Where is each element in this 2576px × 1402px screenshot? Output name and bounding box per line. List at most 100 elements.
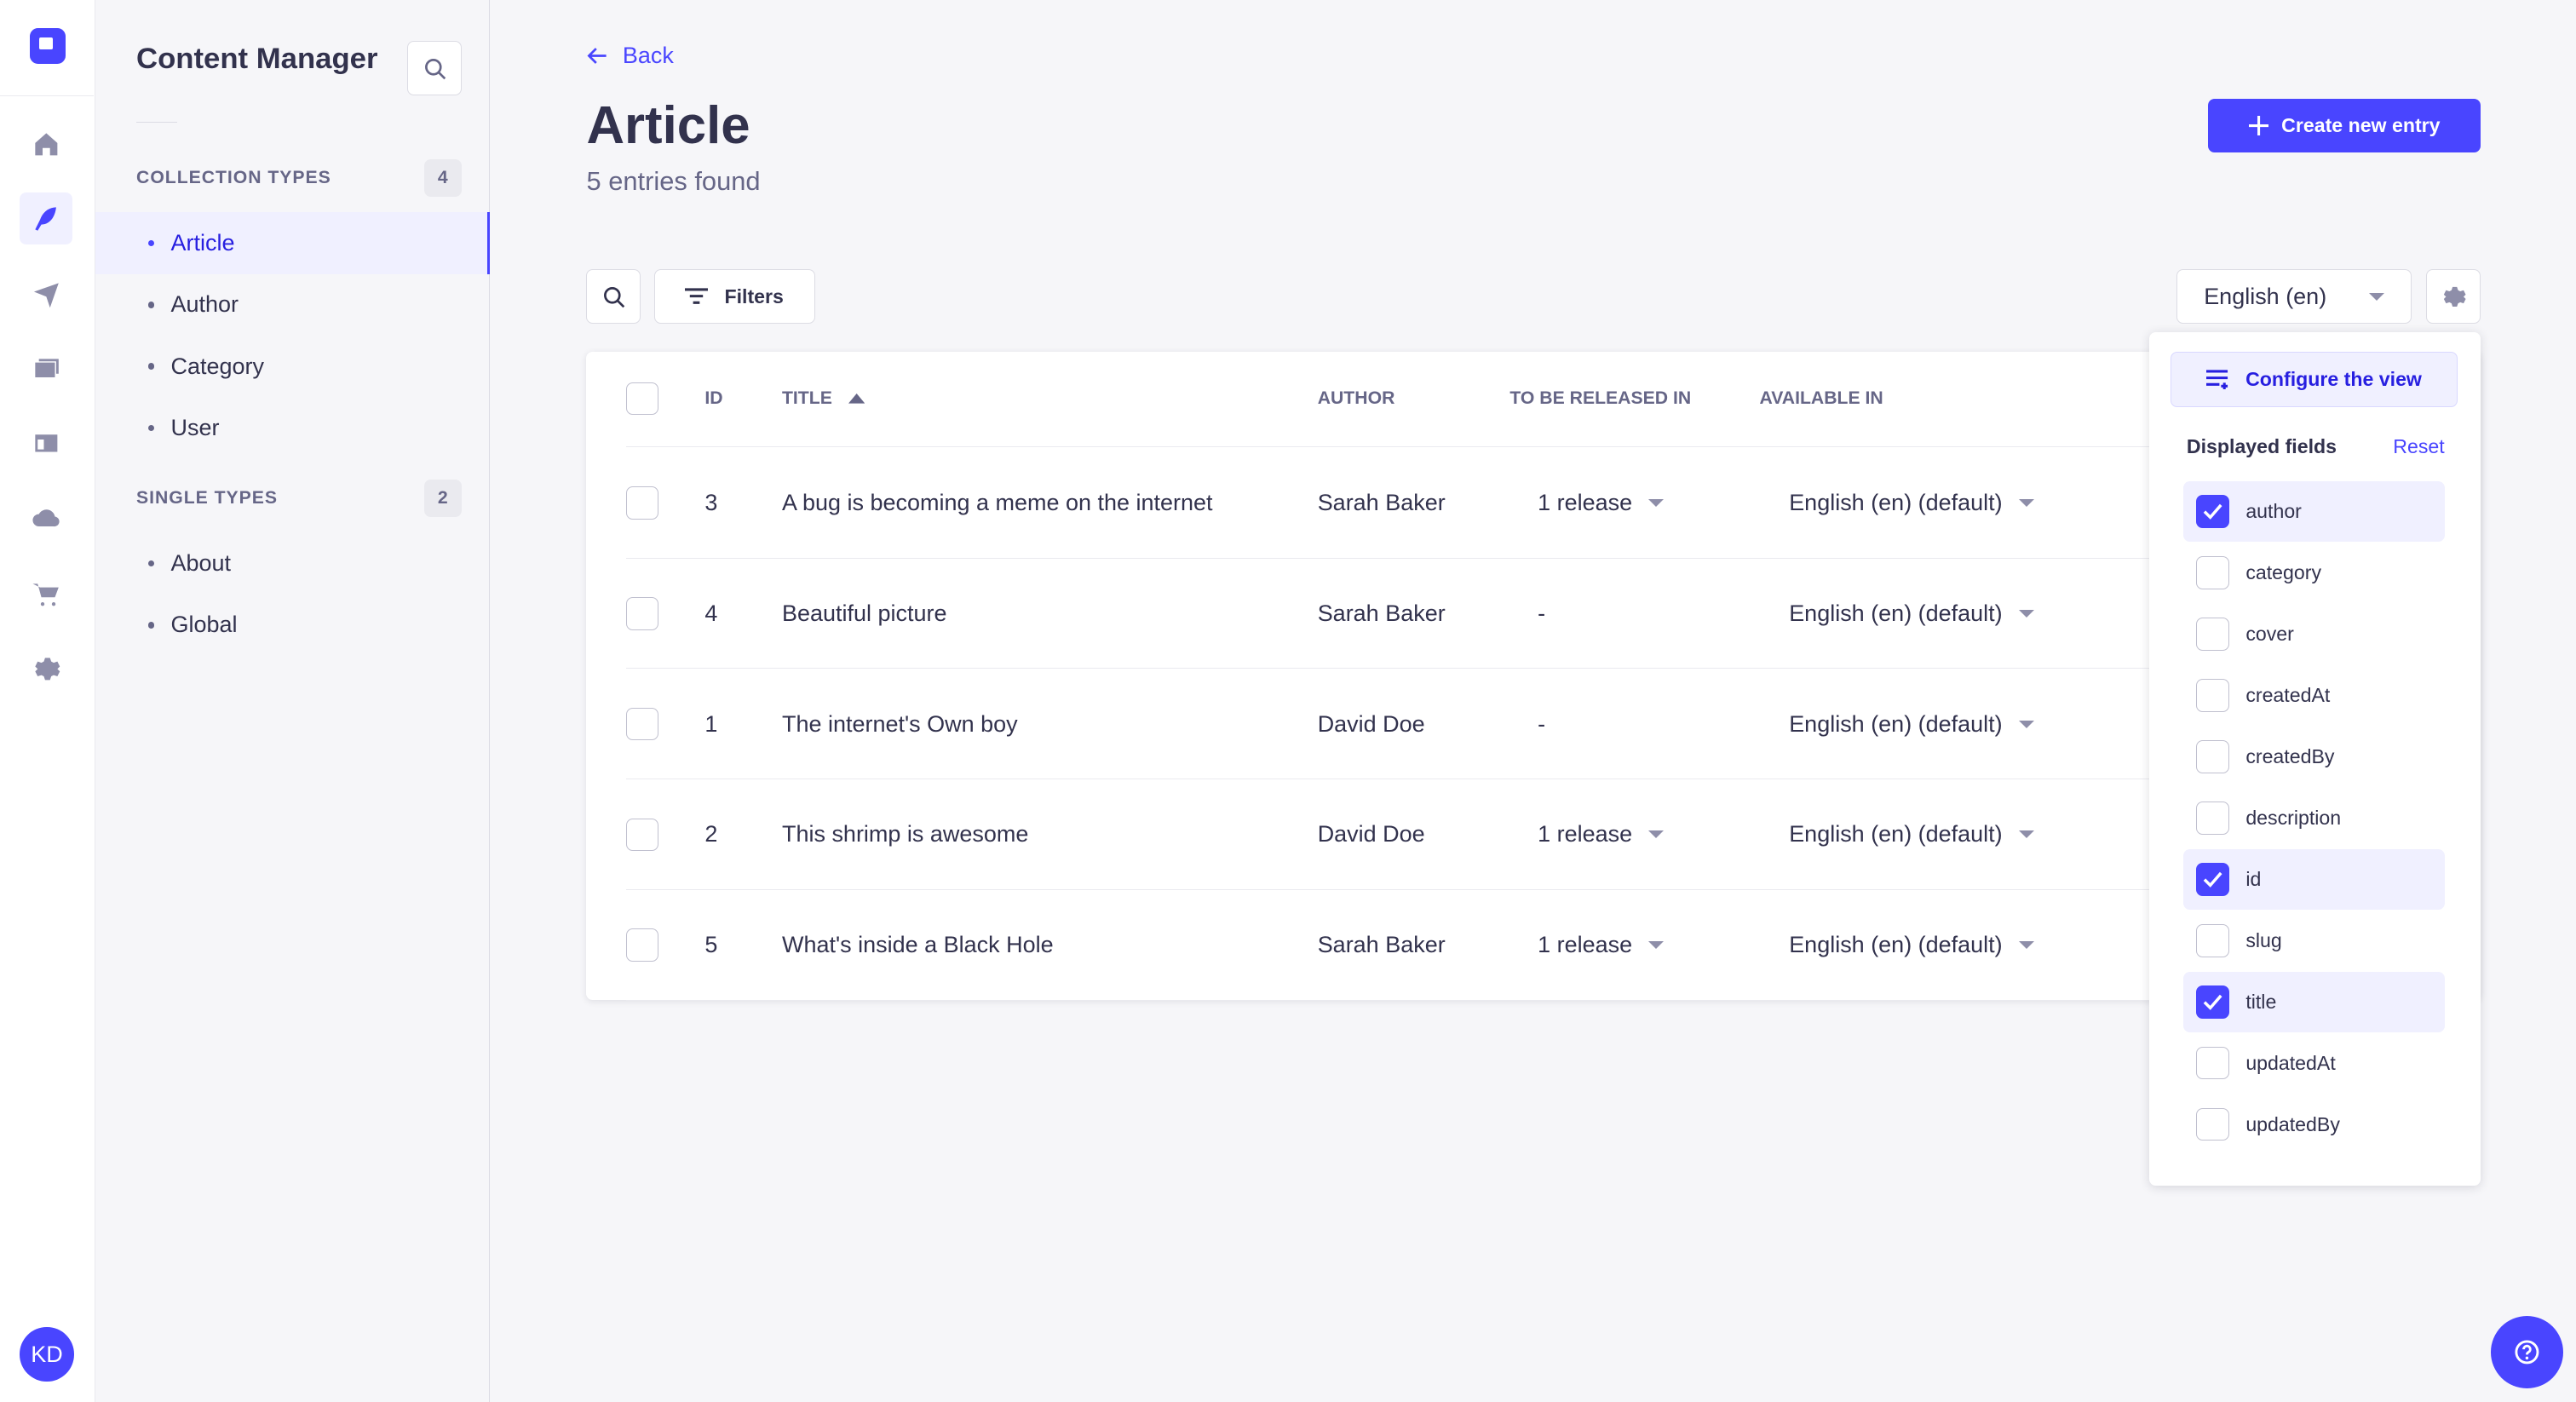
cell-release[interactable]: 1 release xyxy=(1538,490,1665,516)
cell-release: - xyxy=(1538,711,1545,738)
user-avatar[interactable]: KD xyxy=(20,1327,74,1382)
column-label: TITLE xyxy=(781,388,832,409)
column-author[interactable]: AUTHOR xyxy=(1318,388,1395,409)
chevron-down-icon xyxy=(1648,941,1665,949)
check-icon xyxy=(2203,503,2222,520)
cell-available[interactable]: English (en) (default) xyxy=(1789,600,2034,627)
field-checkbox[interactable] xyxy=(2196,495,2230,528)
row-checkbox[interactable] xyxy=(625,707,659,741)
field-option-cover[interactable]: cover xyxy=(2183,604,2445,664)
chevron-down-icon xyxy=(2018,499,2034,507)
plus-icon xyxy=(2248,115,2268,136)
field-checkbox[interactable] xyxy=(2196,985,2230,1019)
count-badge: 4 xyxy=(423,159,462,198)
check-icon xyxy=(2203,871,2222,888)
cell-available[interactable]: English (en) (default) xyxy=(1789,490,2034,516)
release-value: - xyxy=(1538,600,1546,626)
cell-author: David Doe xyxy=(1317,821,1425,848)
subnav-item-about[interactable]: About xyxy=(95,532,490,595)
help-button[interactable] xyxy=(2490,1315,2563,1388)
divider xyxy=(0,95,94,96)
reset-button[interactable]: Reset xyxy=(2393,435,2444,458)
single-types-header: SINGLE TYPES 2 xyxy=(136,480,462,518)
field-option-description[interactable]: description xyxy=(2183,788,2445,848)
row-checkbox[interactable] xyxy=(625,597,659,630)
nav-settings[interactable] xyxy=(20,642,72,695)
settings-icon xyxy=(34,657,60,680)
cell-title: The internet's Own boy xyxy=(781,710,1018,737)
subnav-item-global[interactable]: Global xyxy=(95,594,490,656)
subnav-item-author[interactable]: Author xyxy=(95,273,490,336)
back-link[interactable]: Back xyxy=(586,43,674,69)
field-checkbox[interactable] xyxy=(2196,1046,2230,1080)
nav-content-manager[interactable] xyxy=(20,192,72,245)
nav-marketplace[interactable] xyxy=(20,568,72,621)
search-icon xyxy=(424,58,446,79)
content-manager-subnav: Content Manager COLLECTION TYPES 4 Articl… xyxy=(95,0,490,1402)
configure-view-button[interactable]: Configure the view xyxy=(2170,351,2458,408)
field-option-slug[interactable]: slug xyxy=(2183,911,2445,971)
field-checkbox[interactable] xyxy=(2196,924,2230,957)
field-option-title[interactable]: title xyxy=(2183,971,2445,1032)
field-checkbox[interactable] xyxy=(2196,802,2230,835)
field-option-category[interactable]: category xyxy=(2183,543,2445,603)
view-settings-popover: Configure the view Displayed fields Rese… xyxy=(2148,331,2481,1187)
divider xyxy=(136,121,178,123)
column-title[interactable]: TITLE xyxy=(782,388,865,409)
column-id[interactable]: ID xyxy=(704,388,722,409)
row-checkbox[interactable] xyxy=(625,486,659,520)
field-option-updatedAt[interactable]: updatedAt xyxy=(2183,1032,2445,1093)
create-new-entry-button[interactable]: Create new entry xyxy=(2207,98,2481,153)
filters-button[interactable]: Filters xyxy=(653,269,815,324)
check-icon xyxy=(2203,994,2222,1010)
field-option-id[interactable]: id xyxy=(2183,848,2445,911)
cell-title: A bug is becoming a meme on the internet xyxy=(781,490,1213,516)
locale-value: English (en) (default) xyxy=(1789,490,2003,516)
subnav-item-category[interactable]: Category xyxy=(95,335,490,397)
configure-label: Configure the view xyxy=(2245,367,2422,390)
search-button[interactable] xyxy=(586,269,641,324)
cell-available[interactable]: English (en) (default) xyxy=(1789,711,2034,738)
subnav-item-user[interactable]: User xyxy=(95,397,490,459)
row-checkbox[interactable] xyxy=(625,928,659,962)
nav-media-library[interactable] xyxy=(20,343,72,396)
nav-releases[interactable] xyxy=(20,267,72,320)
field-checkbox[interactable] xyxy=(2196,740,2230,773)
filter-icon xyxy=(685,288,709,305)
nav-cloud[interactable] xyxy=(20,493,72,546)
column-release[interactable]: TO BE RELEASED IN xyxy=(1509,388,1691,409)
cell-release[interactable]: 1 release xyxy=(1538,932,1665,958)
cell-available[interactable]: English (en) (default) xyxy=(1789,821,2034,848)
locale-select[interactable]: English (en) xyxy=(2176,269,2412,324)
field-label: updatedBy xyxy=(2245,1112,2340,1135)
cell-release: - xyxy=(1538,600,1545,627)
cell-id: 4 xyxy=(704,600,718,626)
content-type-builder-icon xyxy=(34,434,58,452)
column-available[interactable]: AVAILABLE IN xyxy=(1759,388,1883,409)
view-settings-button[interactable] xyxy=(2426,269,2481,324)
cell-release[interactable]: 1 release xyxy=(1538,821,1665,848)
row-checkbox[interactable] xyxy=(625,818,659,852)
field-option-author[interactable]: author xyxy=(2183,481,2445,543)
field-checkbox[interactable] xyxy=(2196,679,2230,712)
select-all-checkbox[interactable] xyxy=(625,382,659,416)
nav-content-type-builder[interactable] xyxy=(20,417,72,470)
subnav-item-article[interactable]: Article xyxy=(95,211,490,275)
arrow-left-icon xyxy=(587,48,607,65)
cell-author: Sarah Baker xyxy=(1317,600,1446,626)
chevron-down-icon xyxy=(1648,499,1665,507)
cell-available[interactable]: English (en) (default) xyxy=(1789,932,2034,958)
strapi-logo[interactable] xyxy=(29,27,66,65)
subnav-search-button[interactable] xyxy=(407,41,462,95)
field-option-updatedBy[interactable]: updatedBy xyxy=(2183,1094,2445,1154)
field-checkbox[interactable] xyxy=(2196,863,2230,896)
field-checkbox[interactable] xyxy=(2196,1107,2230,1141)
field-option-createdAt[interactable]: createdAt xyxy=(2183,665,2445,726)
field-checkbox[interactable] xyxy=(2196,618,2230,651)
subnav-title: Content Manager xyxy=(136,43,378,76)
chevron-down-icon xyxy=(2018,720,2034,728)
field-option-createdBy[interactable]: createdBy xyxy=(2183,727,2445,787)
nav-home[interactable] xyxy=(20,118,72,171)
field-checkbox[interactable] xyxy=(2196,556,2230,589)
locale-value: English (en) xyxy=(2204,283,2327,309)
